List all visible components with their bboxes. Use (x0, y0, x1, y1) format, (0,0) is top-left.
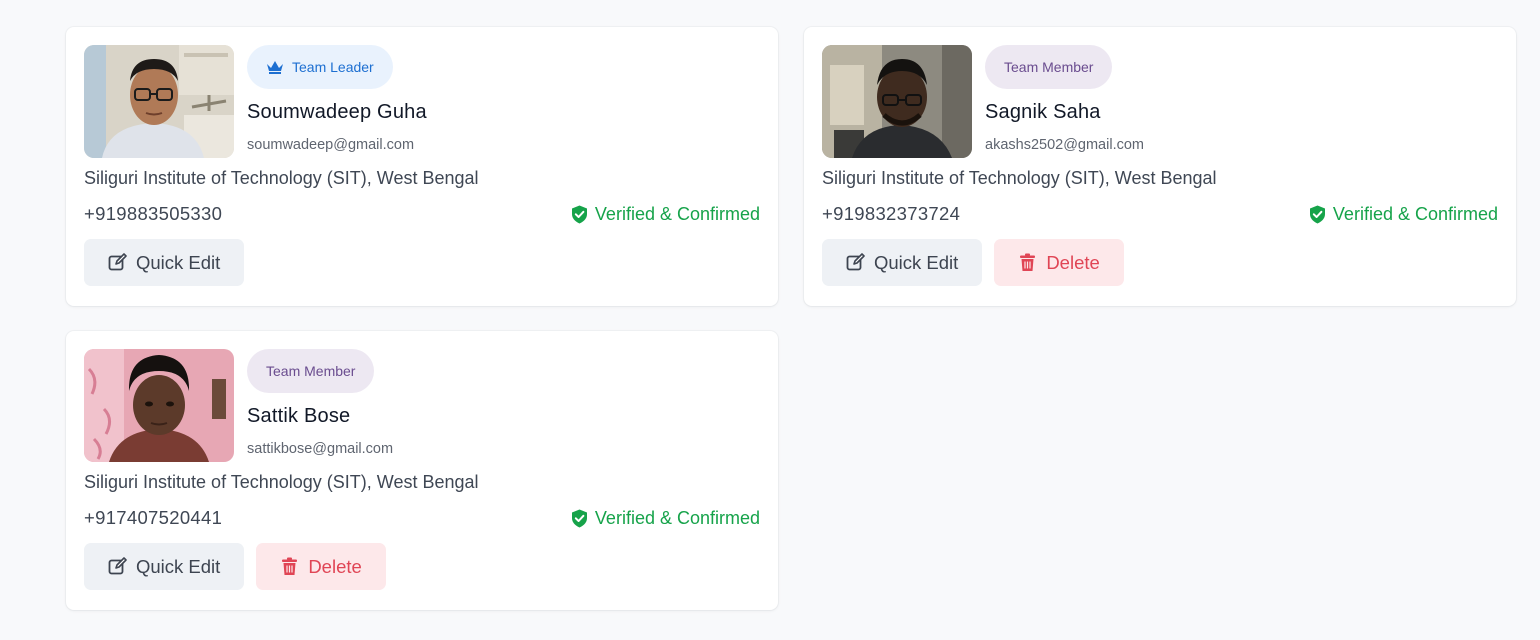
verification-status: Verified & Confirmed (571, 204, 760, 225)
member-card: Team Leader Soumwadeep Guha soumwadeep@g… (66, 27, 778, 306)
member-name: Sagnik Saha (985, 101, 1101, 123)
shield-check-icon (571, 205, 587, 223)
status-label: Verified & Confirmed (1332, 203, 1498, 224)
role-label: Team Member (266, 363, 356, 379)
quick-edit-button[interactable]: Quick Edit (84, 239, 245, 286)
shield-check-icon (1309, 205, 1325, 223)
status-label: Verified & Confirmed (594, 203, 760, 224)
quick-edit-label: Quick Edit (136, 251, 221, 273)
member-phone: +919832373724 (822, 203, 961, 224)
shield-check-icon (571, 509, 587, 527)
member-institute: Siliguri Institute of Technology (SIT), … (84, 472, 479, 492)
avatar (822, 45, 972, 158)
crown-icon (267, 61, 283, 74)
quick-edit-label: Quick Edit (136, 555, 221, 577)
avatar-photo (84, 45, 234, 158)
verification-status: Verified & Confirmed (571, 508, 760, 529)
member-phone: +919883505330 (84, 203, 223, 224)
member-card: Team Member Sagnik Saha akashs2502@gmail… (804, 27, 1516, 306)
member-name: Sattik Bose (247, 405, 351, 427)
edit-icon (108, 557, 127, 575)
member-email: sattikbose@gmail.com (247, 441, 394, 457)
member-name: Soumwadeep Guha (247, 101, 427, 123)
role-label: Team Leader (292, 59, 374, 75)
role-label: Team Member (1004, 59, 1094, 75)
delete-label: Delete (308, 555, 362, 577)
verification-status: Verified & Confirmed (1309, 204, 1498, 225)
quick-edit-button[interactable]: Quick Edit (84, 543, 245, 590)
delete-label: Delete (1046, 251, 1100, 273)
role-badge: Team Member (247, 349, 375, 393)
avatar (84, 349, 234, 462)
delete-button[interactable]: Delete (256, 543, 386, 590)
member-email: akashs2502@gmail.com (985, 137, 1144, 153)
edit-icon (846, 253, 865, 271)
avatar-photo (84, 349, 234, 462)
status-label: Verified & Confirmed (594, 507, 760, 528)
member-card: Team Member Sattik Bose sattikbose@gmail… (66, 331, 778, 610)
delete-button[interactable]: Delete (994, 239, 1124, 286)
trash-icon (282, 557, 298, 575)
trash-icon (1020, 253, 1036, 271)
avatar-photo (822, 45, 972, 158)
member-phone: +917407520441 (84, 507, 223, 528)
quick-edit-label: Quick Edit (874, 251, 959, 273)
member-institute: Siliguri Institute of Technology (SIT), … (822, 168, 1217, 188)
member-email: soumwadeep@gmail.com (247, 137, 415, 153)
role-badge: Team Leader (247, 45, 393, 89)
member-institute: Siliguri Institute of Technology (SIT), … (84, 168, 479, 188)
role-badge: Team Member (985, 45, 1113, 89)
avatar (84, 45, 234, 158)
quick-edit-button[interactable]: Quick Edit (822, 239, 983, 286)
edit-icon (108, 253, 127, 271)
